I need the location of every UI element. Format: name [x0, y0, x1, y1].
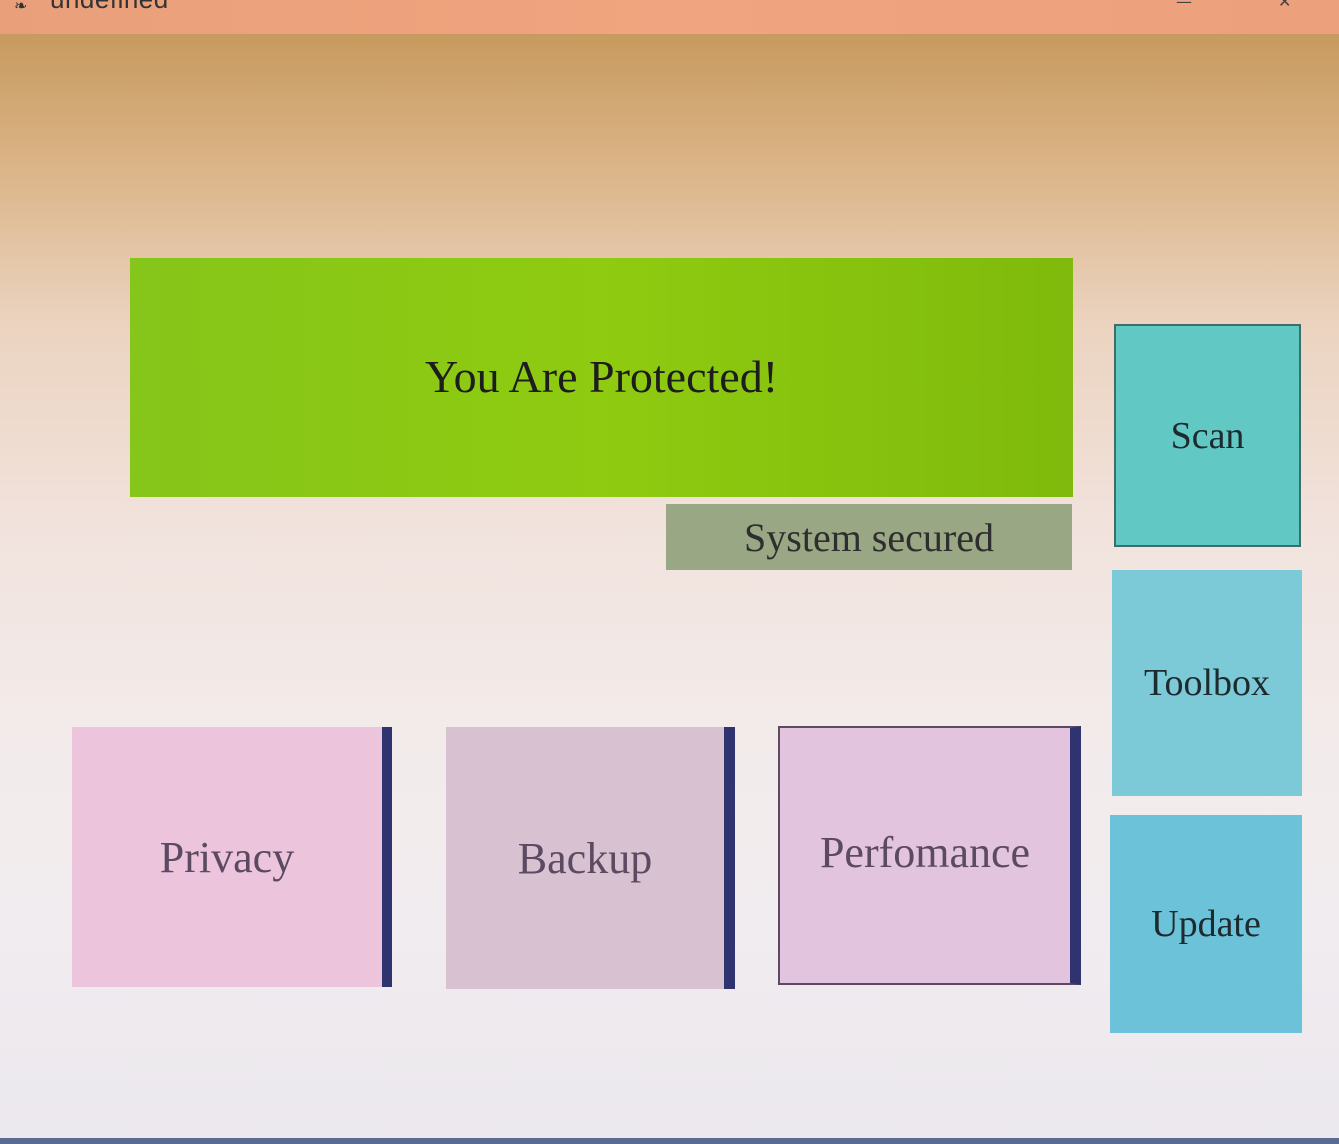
scan-button-label: Scan	[1170, 414, 1245, 457]
title-bar: ❧ undefined — ✕	[0, 0, 1339, 34]
backup-button[interactable]: Backup	[446, 727, 735, 989]
performance-button[interactable]: Perfomance	[778, 726, 1081, 985]
toolbox-button[interactable]: Toolbox	[1112, 570, 1302, 796]
toolbox-button-label: Toolbox	[1143, 662, 1271, 704]
protection-status-banner: You Are Protected!	[130, 258, 1073, 497]
window-title: undefined	[50, 0, 169, 15]
update-button-label: Update	[1151, 903, 1261, 945]
system-status-label: System secured	[666, 504, 1072, 570]
scan-button[interactable]: Scan	[1114, 324, 1301, 547]
minimize-icon[interactable]: —	[1176, 0, 1192, 11]
privacy-button-label: Privacy	[159, 832, 295, 882]
backup-button-label: Backup	[517, 833, 653, 883]
close-icon[interactable]: ✕	[1278, 0, 1291, 11]
status-text: System secured	[744, 514, 994, 560]
window-bottom-border	[0, 1138, 1339, 1144]
app-feather-icon: ❧	[14, 0, 28, 15]
performance-button-label: Perfomance	[819, 828, 1031, 877]
privacy-button[interactable]: Privacy	[72, 727, 392, 987]
banner-text: You Are Protected!	[424, 351, 779, 402]
update-button[interactable]: Update	[1110, 815, 1302, 1033]
